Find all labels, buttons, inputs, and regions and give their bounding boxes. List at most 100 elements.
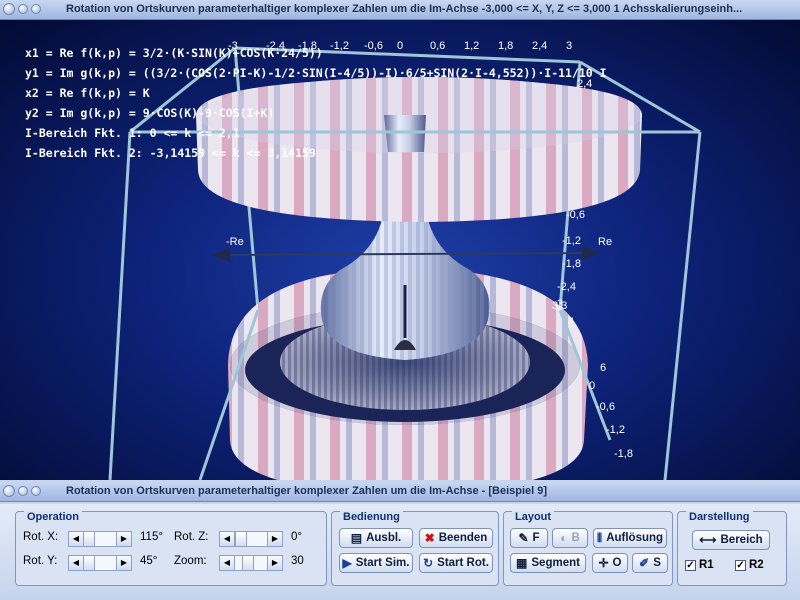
zoom-label: Zoom:: [174, 555, 207, 567]
r1-checkbox[interactable]: ✓ R1: [685, 559, 714, 571]
start-sim-button[interactable]: ▶ Start Sim.: [339, 553, 413, 573]
tick-top: 3: [566, 40, 573, 52]
axis-label-re-negative: -Re: [226, 236, 244, 248]
tick-top: 0,6: [430, 40, 446, 52]
control-panel: Operation Rot. X: ◀ ▶ 115° Rot. Z: ◀ ▶ 0…: [0, 504, 800, 600]
tick-right: -1,2: [606, 424, 625, 436]
range-function-1: I-Bereich Fkt. 1: 0 <= k <= 2,1: [25, 126, 240, 140]
b-button[interactable]: ◐ B: [552, 528, 588, 548]
tick-top: -1,8: [298, 40, 317, 52]
rot-y-slider[interactable]: ◀ ▶: [68, 555, 132, 571]
tick-right: -1,8: [562, 258, 581, 270]
slider-thumb[interactable]: [83, 532, 95, 546]
rot-x-label: Rot. X:: [23, 531, 59, 543]
tick-top: 2,4: [532, 40, 548, 52]
window-title: Rotation von Ortskurven parameterhaltige…: [66, 3, 743, 15]
rot-z-value: 0°: [291, 531, 302, 543]
slider-thumb[interactable]: [235, 532, 247, 546]
darstellung-group: Darstellung ⟷ Bereich ✓ R1 ✓ R2: [677, 511, 787, 586]
tick-right: 0: [589, 380, 596, 392]
close-icon: ✖: [424, 531, 435, 545]
axis-label-re-positive: Re: [598, 236, 613, 248]
crosshair-icon: ✛: [598, 556, 609, 570]
start-rot-button[interactable]: ↻ Start Rot.: [419, 553, 493, 573]
aufloesung-button[interactable]: ⦀ Auflösung: [593, 528, 667, 548]
darstellung-title: Darstellung: [686, 511, 753, 523]
play-icon: ▶: [342, 556, 352, 570]
s-button[interactable]: ✐ S: [632, 553, 668, 573]
bedienung-group: Bedienung ▤ Ausbl. ✖ Beenden ▶ Start Sim. ↻…: [331, 511, 499, 586]
tick-top: 1,8: [498, 40, 514, 52]
arrow-left-icon[interactable]: ◀: [220, 532, 235, 546]
beenden-button[interactable]: ✖ Beenden: [419, 528, 493, 548]
pencil-icon: ✐: [639, 556, 650, 570]
tick-right: 3,3: [552, 300, 568, 312]
rotate-icon: ↻: [423, 556, 434, 570]
3d-viewport[interactable]: x1 = Re f(k,p) = 3/2·(K·SIN(K)+COS(K·24/…: [0, 20, 800, 480]
tick-top: 0: [397, 40, 404, 52]
f-button[interactable]: ✎ F: [510, 528, 548, 548]
bereich-button[interactable]: ⟷ Bereich: [692, 530, 770, 550]
tick-top: -0,6: [364, 40, 383, 52]
window-controls: [3, 3, 44, 17]
tick-top: -3: [228, 40, 238, 52]
zoom-slider[interactable]: ◀ ▶: [219, 555, 283, 571]
grid-icon: ▦: [516, 556, 528, 570]
window-controls: [3, 485, 44, 499]
resolution-icon: ⦀: [596, 531, 603, 545]
bucket-icon: ◐: [560, 531, 568, 545]
minimize-icon[interactable]: [18, 4, 28, 14]
arrow-right-icon[interactable]: ▶: [116, 556, 131, 570]
formula-y2: y2 = Im g(k,p) = 9·COS(K)-9·COS(I+K): [25, 106, 275, 120]
operation-title: Operation: [24, 511, 82, 523]
main-title-bar[interactable]: Rotation von Ortskurven parameterhaltige…: [0, 0, 800, 20]
tick-right: -0,6: [566, 209, 585, 221]
formula-y1: y1 = Im g(k,p) = ((3/2·(COS(2·PI-K)-1/2·…: [25, 66, 607, 80]
subwindow-title: Rotation von Ortskurven parameterhaltige…: [66, 485, 548, 497]
arrow-left-icon[interactable]: ◀: [69, 532, 84, 546]
checkmark-icon[interactable]: ✓: [685, 559, 696, 571]
maximize-icon[interactable]: [31, 4, 41, 14]
rot-y-value: 45°: [140, 555, 158, 567]
slider-thumb[interactable]: [83, 556, 95, 570]
rot-y-label: Rot. Y:: [23, 555, 58, 567]
tick-right: -1,2: [562, 235, 581, 247]
segment-button[interactable]: ▦ Segment: [510, 553, 586, 573]
arrow-right-icon[interactable]: ▶: [116, 532, 131, 546]
tick-top: 1,2: [464, 40, 480, 52]
operation-group: Operation Rot. X: ◀ ▶ 115° Rot. Z: ◀ ▶ 0…: [15, 511, 327, 586]
ausbl-button[interactable]: ▤ Ausbl.: [339, 528, 413, 548]
layout-title: Layout: [512, 511, 555, 523]
control-panel-title-bar[interactable]: Rotation von Ortskurven parameterhaltige…: [0, 482, 800, 502]
tick-right: -2,4: [557, 281, 576, 293]
range-icon: ⟷: [699, 533, 717, 547]
tick-right: 6: [600, 362, 607, 374]
arrow-right-icon[interactable]: ▶: [267, 532, 282, 546]
o-button[interactable]: ✛ O: [592, 553, 628, 573]
arrow-left-icon[interactable]: ◀: [69, 556, 84, 570]
arrow-left-icon[interactable]: ◀: [220, 556, 235, 570]
r2-checkbox[interactable]: ✓ R2: [735, 559, 764, 571]
checkmark-icon[interactable]: ✓: [735, 559, 746, 571]
tick-right: 4: [568, 316, 575, 328]
tick-top: -2,4: [266, 40, 285, 52]
bedienung-title: Bedienung: [340, 511, 403, 523]
layout-group: Layout ✎ F ◐ B ⦀ Auflösung ▦ Segment ✛ O ✐ S: [503, 511, 673, 586]
rot-x-value: 115°: [140, 531, 163, 543]
system-menu-icon[interactable]: [3, 3, 15, 15]
rot-x-slider[interactable]: ◀ ▶: [68, 531, 132, 547]
tick-right: 2,4: [577, 78, 593, 90]
arrow-right-icon[interactable]: ▶: [267, 556, 282, 570]
hide-icon: ▤: [350, 531, 363, 545]
rot-z-label: Rot. Z:: [174, 531, 209, 543]
slider-thumb[interactable]: [242, 556, 254, 570]
maximize-icon[interactable]: [31, 486, 41, 496]
zoom-value: 30: [291, 555, 304, 567]
formula-x2: x2 = Re f(k,p) = K: [25, 86, 150, 100]
rot-z-slider[interactable]: ◀ ▶: [219, 531, 283, 547]
tick-right: -0,6: [596, 401, 615, 413]
minimize-icon[interactable]: [18, 486, 28, 496]
tick-right: -1,8: [614, 448, 633, 460]
system-menu-icon[interactable]: [3, 485, 15, 497]
range-function-2: I-Bereich Fkt. 2: -3,14159 <= k <= 3,141…: [25, 146, 316, 160]
